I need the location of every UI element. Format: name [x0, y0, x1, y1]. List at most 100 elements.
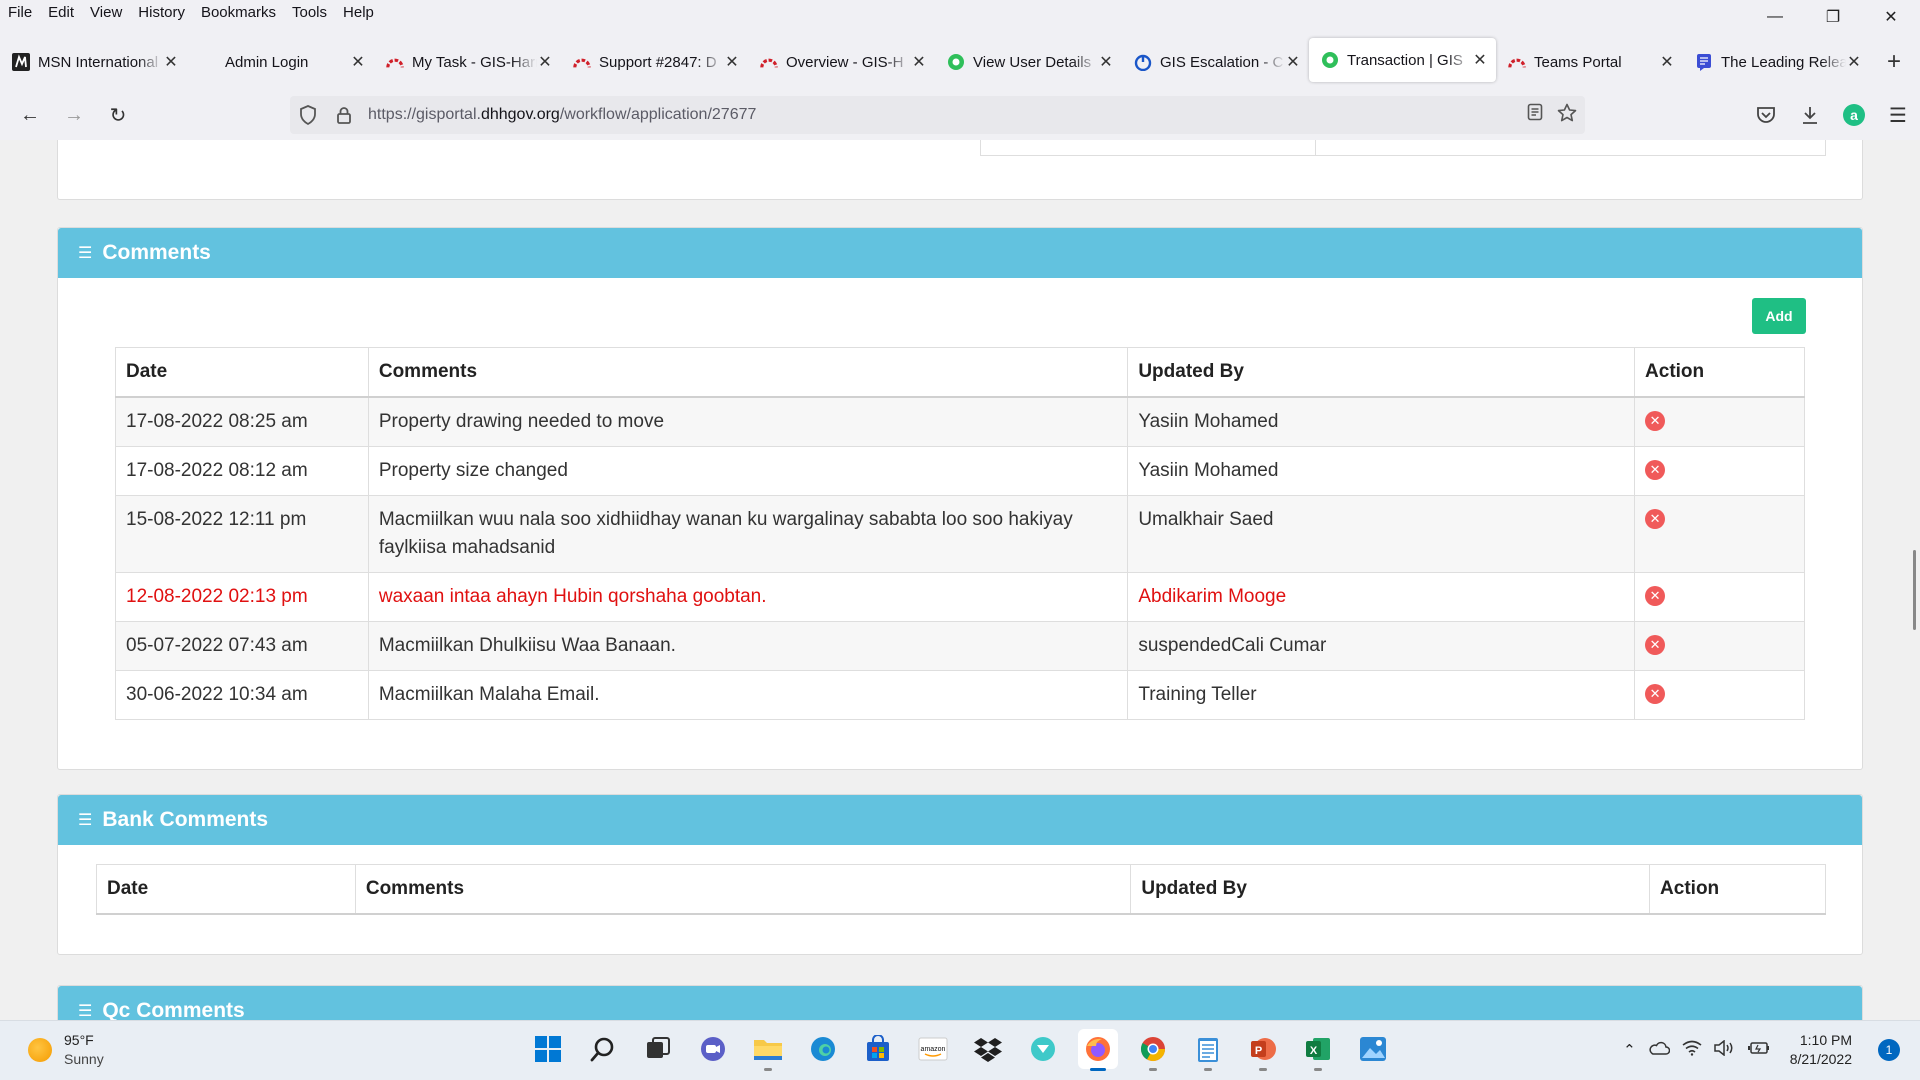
close-tab-icon[interactable]: ✕ [1285, 52, 1301, 72]
clock-time: 1:10 PM [1799, 1032, 1852, 1048]
comment-date: 15-08-2022 12:11 pm [115, 494, 369, 573]
browser-tab[interactable]: MSN International ✕ [0, 42, 187, 82]
chevron-up-icon[interactable]: ⌃ [1623, 1041, 1636, 1059]
search-icon[interactable] [583, 1029, 623, 1069]
close-tab-icon[interactable]: ✕ [350, 52, 366, 72]
back-button[interactable]: ← [8, 97, 52, 133]
close-tab-icon[interactable]: ✕ [1472, 50, 1488, 70]
volume-icon[interactable] [1713, 1039, 1736, 1060]
wifi-icon[interactable] [1682, 1040, 1702, 1060]
tab-label: Transaction | GIS [1347, 51, 1463, 69]
restore-button[interactable]: ❐ [1804, 0, 1862, 34]
page-scrollbar[interactable] [1904, 140, 1920, 1020]
browser-tab[interactable]: View User Details ✕ [935, 42, 1122, 82]
powerpoint-icon[interactable]: P [1243, 1029, 1283, 1071]
clock[interactable]: 1:10 PM 8/21/2022 [1790, 1031, 1852, 1069]
firefox-icon[interactable] [1078, 1029, 1118, 1071]
task-view-icon[interactable] [638, 1029, 678, 1069]
messaging-app-icon[interactable] [1023, 1029, 1063, 1069]
download-icon[interactable] [1788, 97, 1832, 133]
doc-icon [1695, 53, 1713, 71]
col-header-updated-by[interactable]: Updated By [1130, 864, 1651, 915]
delete-comment-icon[interactable]: ✕ [1645, 683, 1666, 704]
excel-icon[interactable]: X [1298, 1029, 1338, 1071]
pocket-icon[interactable] [1744, 97, 1788, 133]
browser-tab[interactable]: GIS Escalation - C ✕ [1122, 42, 1309, 82]
close-tab-icon[interactable]: ✕ [911, 52, 927, 72]
menu-history[interactable]: History [130, 4, 193, 21]
new-tab-button[interactable]: + [1874, 42, 1914, 82]
col-header-comments[interactable]: Comments [354, 864, 1132, 915]
notification-badge[interactable]: 1 [1878, 1039, 1900, 1061]
bank-comments-title: Bank Comments [102, 808, 269, 831]
windows-start-icon[interactable] [528, 1029, 568, 1069]
browser-tab[interactable]: My Task - GIS-Harmony✕ [374, 42, 561, 82]
comments-title: Comments [102, 241, 211, 264]
svg-text:X: X [1310, 1045, 1318, 1057]
running-indicator [764, 1068, 772, 1071]
menu-help[interactable]: Help [335, 4, 382, 21]
store-icon[interactable] [858, 1029, 898, 1069]
close-tab-icon[interactable]: ✕ [724, 52, 740, 72]
delete-comment-icon[interactable]: ✕ [1645, 459, 1666, 480]
dropbox-icon[interactable] [968, 1029, 1008, 1069]
close-tab-icon[interactable]: ✕ [1846, 52, 1862, 72]
edge-browser-icon[interactable] [803, 1029, 843, 1069]
page-content: ☰ Comments Add Date Comments Updated By … [0, 140, 1920, 1020]
minimize-button[interactable]: — [1746, 0, 1804, 34]
comment-author: Training Teller [1127, 669, 1636, 720]
action-cell: ✕ [1634, 445, 1805, 496]
shield-icon[interactable] [290, 105, 326, 125]
table-row: 17-08-2022 08:25 am Property drawing need… [115, 396, 1805, 447]
col-header-action[interactable]: Action [1649, 864, 1826, 915]
col-header-comments[interactable]: Comments [367, 347, 1129, 398]
window-controls: — ❐ ✕ [1746, 0, 1920, 34]
browser-tab[interactable]: Transaction | GIS ✕ [1309, 38, 1496, 82]
photos-icon[interactable] [1353, 1029, 1393, 1069]
onedrive-icon[interactable] [1648, 1041, 1670, 1059]
lock-icon[interactable] [326, 106, 362, 124]
col-header-action[interactable]: Action [1634, 347, 1805, 398]
amazon-icon[interactable]: amazon [913, 1029, 953, 1069]
close-tab-icon[interactable]: ✕ [1659, 52, 1675, 72]
menu-view[interactable]: View [82, 4, 130, 21]
url-text[interactable]: https://gisportal.dhhgov.org/workflow/ap… [368, 106, 756, 124]
browser-tab[interactable]: Overview - GIS-H ✕ [748, 42, 935, 82]
bookmark-star-icon[interactable] [1557, 103, 1577, 128]
delete-comment-icon[interactable]: ✕ [1645, 585, 1666, 606]
browser-tab[interactable]: The Leading Relea ✕ [1683, 42, 1870, 82]
menu-tools[interactable]: Tools [284, 4, 335, 21]
extension-icon[interactable]: a [1832, 97, 1876, 133]
reload-button[interactable]: ↻ [96, 97, 140, 133]
add-comment-button[interactable]: Add [1752, 298, 1806, 334]
teams-chat-icon[interactable] [693, 1029, 733, 1069]
menu-bookmarks[interactable]: Bookmarks [193, 4, 284, 21]
col-header-date[interactable]: Date [96, 864, 356, 915]
weather-widget[interactable]: 95°F Sunny [28, 1031, 104, 1069]
comment-text: Property drawing needed to move [367, 396, 1129, 447]
menu-file[interactable]: File [0, 4, 40, 21]
browser-tab[interactable]: Support #2847: D ✕ [561, 42, 748, 82]
browser-tab[interactable]: Admin Login ✕ [187, 42, 374, 82]
col-header-date[interactable]: Date [115, 347, 369, 398]
close-tab-icon[interactable]: ✕ [1098, 52, 1114, 72]
hamburger-menu-icon[interactable]: ☰ [1876, 97, 1920, 133]
comment-date: 30-06-2022 10:34 am [115, 669, 369, 720]
menu-edit[interactable]: Edit [40, 4, 82, 21]
reader-view-icon[interactable] [1527, 103, 1543, 128]
delete-comment-icon[interactable]: ✕ [1645, 410, 1666, 431]
file-explorer-icon[interactable] [748, 1029, 788, 1071]
battery-icon[interactable] [1747, 1041, 1770, 1059]
browser-tab[interactable]: Teams Portal ✕ [1496, 42, 1683, 82]
col-header-updated-by[interactable]: Updated By [1127, 347, 1636, 398]
close-window-button[interactable]: ✕ [1862, 0, 1920, 34]
delete-comment-icon[interactable]: ✕ [1645, 634, 1666, 655]
close-tab-icon[interactable]: ✕ [163, 52, 179, 72]
url-bar[interactable]: https://gisportal.dhhgov.org/workflow/ap… [290, 96, 1585, 134]
scrollbar-thumb[interactable] [1913, 550, 1916, 630]
delete-comment-icon[interactable]: ✕ [1645, 508, 1666, 529]
notepad-icon[interactable] [1188, 1029, 1228, 1071]
close-tab-icon[interactable]: ✕ [537, 52, 553, 72]
chrome-icon[interactable] [1133, 1029, 1173, 1071]
forward-button[interactable]: → [52, 97, 96, 133]
